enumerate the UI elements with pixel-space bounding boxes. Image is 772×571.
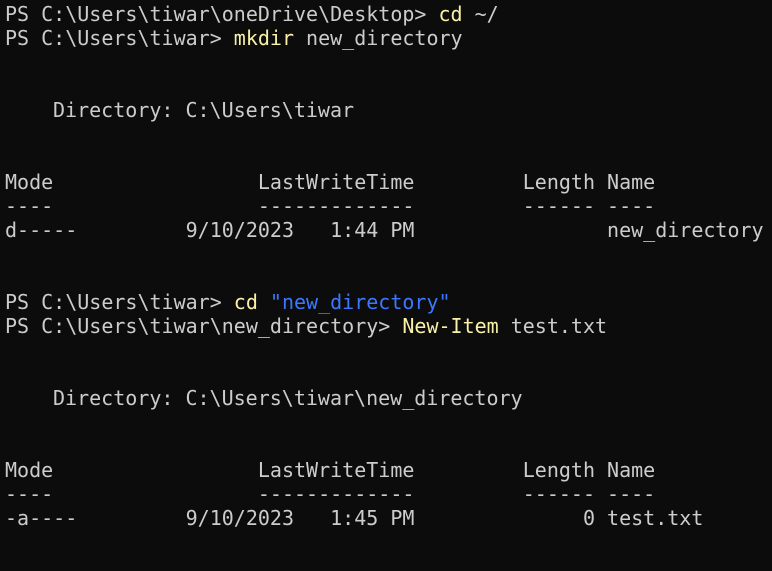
- directory-heading: Directory: C:\Users\tiwar: [53, 98, 355, 122]
- string-argument: "new_directory": [269, 290, 451, 314]
- table-header: Mode LastWriteTime Length Name: [5, 170, 656, 194]
- table-row: d----- 9/10/2023 1:44 PM new_directory: [5, 218, 764, 242]
- table-separator: ---- ------------- ------ ----: [5, 194, 656, 218]
- directory-heading: Directory: C:\Users\tiwar\new_directory: [53, 386, 523, 410]
- table-header: Mode LastWriteTime Length Name: [5, 458, 656, 482]
- command-name: mkdir: [233, 26, 294, 50]
- command-line-new-item: PS C:\Users\tiwar\new_directory> New-Ite…: [5, 314, 772, 338]
- command-args: test.txt: [498, 314, 608, 338]
- table-separator: ---- ------------- ------ ----: [5, 482, 656, 506]
- command-name: New-Item: [402, 314, 499, 338]
- prompt: PS C:\Users\tiwar\oneDrive\Desktop>: [5, 2, 439, 26]
- command-name: cd: [438, 2, 463, 26]
- command-name: cd: [233, 290, 258, 314]
- command-args: new_directory: [294, 26, 463, 50]
- powershell-terminal[interactable]: PS C:\Users\tiwar\oneDrive\Desktop> cd ~…: [0, 0, 772, 571]
- command-line-cd-home: PS C:\Users\tiwar\oneDrive\Desktop> cd ~…: [5, 2, 772, 26]
- prompt: PS C:\Users\tiwar\new_directory>: [5, 314, 403, 338]
- command-line-cd-directory: PS C:\Users\tiwar> cd "new_directory": [5, 290, 772, 314]
- prompt: PS C:\Users\tiwar>: [5, 26, 234, 50]
- command-line-mkdir: PS C:\Users\tiwar> mkdir new_directory: [5, 26, 772, 50]
- table-row: -a---- 9/10/2023 1:45 PM 0 test.txt: [5, 506, 704, 530]
- command-args: ~/: [462, 2, 499, 26]
- prompt: PS C:\Users\tiwar>: [5, 290, 234, 314]
